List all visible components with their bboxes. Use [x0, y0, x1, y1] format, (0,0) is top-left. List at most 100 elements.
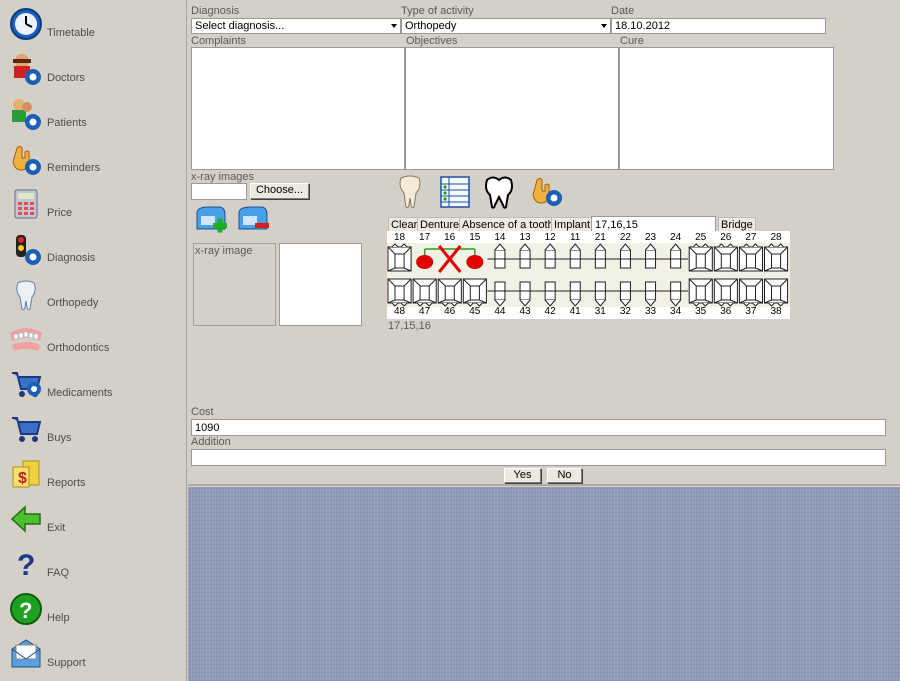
- addition-label: Addition: [191, 436, 231, 448]
- tooth-18[interactable]: [387, 243, 412, 272]
- objectives-textarea[interactable]: [405, 47, 619, 170]
- sidebar-item-support[interactable]: Support: [0, 632, 187, 676]
- question-mark-icon: ?: [8, 546, 44, 582]
- tooth-37[interactable]: [738, 278, 763, 307]
- tooth-number-42: 42: [544, 306, 556, 317]
- tooth-number-47: 47: [419, 306, 431, 317]
- clock-icon: [8, 6, 44, 42]
- complaints-textarea[interactable]: [191, 47, 405, 170]
- sidebar-item-exit[interactable]: Exit: [0, 497, 187, 541]
- sidebar-item-reports[interactable]: $ Reports: [0, 452, 187, 496]
- tooth-number-32: 32: [619, 306, 631, 317]
- molar-icon: [485, 176, 513, 209]
- sidebar-item-orthodontics[interactable]: Orthodontics: [0, 317, 187, 361]
- tooth-number-34: 34: [670, 306, 682, 317]
- tooth-25[interactable]: [688, 243, 713, 272]
- choose-file-button[interactable]: Choose...: [250, 183, 309, 199]
- sidebar-item-price[interactable]: Price: [0, 182, 187, 226]
- tooth-number-31: 31: [594, 306, 606, 317]
- sidebar-item-label: Price: [47, 207, 73, 219]
- tooth-number-41: 41: [569, 306, 581, 317]
- doctor-icon: [8, 51, 44, 87]
- sidebar-item-label: Orthodontics: [47, 342, 110, 354]
- molar-tool[interactable]: [482, 174, 516, 210]
- tooth-36[interactable]: [713, 278, 738, 307]
- complaints-label: Complaints: [191, 35, 247, 47]
- xray-image-label: x-ray image: [195, 245, 253, 257]
- xray-image-list[interactable]: x-ray image: [193, 243, 276, 326]
- tooth-number-44: 44: [494, 306, 506, 317]
- bridge-abutment-marker: [416, 255, 434, 269]
- sidebar-item-diagnosis[interactable]: Diagnosis: [0, 227, 187, 271]
- activity-type-select[interactable]: Orthopedy: [401, 18, 611, 34]
- date-field[interactable]: 18.10.2012: [611, 18, 826, 34]
- tooth-46[interactable]: [437, 278, 462, 307]
- sidebar-item-faq[interactable]: ? FAQ: [0, 542, 187, 586]
- desktop-background: [188, 487, 900, 681]
- cost-field[interactable]: 1090: [191, 419, 886, 436]
- sidebar-item-label: Patients: [47, 117, 87, 129]
- tooth-35[interactable]: [688, 278, 713, 307]
- tooth-chart: 18 17 16 15 14 13 12 11 21 22 23 24 25 26 27 28 48 47 46 4…: [387, 231, 790, 319]
- scanner-add-icon: [196, 206, 227, 233]
- hand-pointer-icon: [532, 178, 562, 206]
- sidebar-item-doctors[interactable]: Doctors: [0, 47, 187, 91]
- sidebar-item-label: Reports: [47, 477, 86, 489]
- date-label: Date: [611, 5, 635, 17]
- cost-label: Cost: [191, 406, 214, 418]
- pointer-tool[interactable]: [531, 174, 565, 210]
- remove-xray-button[interactable]: [235, 203, 269, 239]
- tooth-27[interactable]: [738, 243, 763, 272]
- diagnosis-select[interactable]: Select diagnosis...: [191, 18, 401, 34]
- dental-chart-tool[interactable]: [438, 174, 472, 210]
- chart-sheet-icon: [440, 176, 470, 208]
- svg-text:?: ?: [19, 598, 32, 623]
- sidebar: Timetable Doctors Patients Reminders Pri…: [0, 0, 187, 681]
- calculator-icon: [8, 186, 44, 222]
- sidebar-item-label: Reminders: [47, 162, 101, 174]
- tooth-28[interactable]: [764, 243, 789, 272]
- sidebar-item-label: Help: [47, 612, 70, 624]
- yes-button[interactable]: Yes: [504, 468, 541, 483]
- xray-images-label: x-ray images: [191, 171, 254, 183]
- tooth-26[interactable]: [713, 243, 738, 272]
- sidebar-item-label: FAQ: [47, 567, 70, 579]
- bridge-abutment-marker: [466, 255, 484, 269]
- tooth-icon: [399, 175, 421, 209]
- tooth-38[interactable]: [764, 278, 789, 307]
- sidebar-item-patients[interactable]: Patients: [0, 92, 187, 136]
- arrow-left-icon: [8, 501, 44, 537]
- sidebar-item-reminders[interactable]: Reminders: [0, 137, 187, 181]
- xray-image-preview: [279, 243, 362, 326]
- svg-text:?: ?: [17, 549, 35, 581]
- selected-teeth-summary: 17,15,16: [388, 320, 431, 332]
- tooth-number-43: 43: [519, 306, 531, 317]
- add-xray-button[interactable]: [193, 203, 227, 239]
- sidebar-item-buys[interactable]: Buys: [0, 407, 187, 451]
- tooth-48[interactable]: [387, 278, 412, 307]
- chevron-down-icon: [601, 24, 607, 28]
- sidebar-item-label: Timetable: [47, 27, 95, 39]
- sidebar-item-medicaments[interactable]: Medicaments: [0, 362, 187, 406]
- patients-icon: [8, 96, 44, 132]
- sidebar-item-label: Diagnosis: [47, 252, 96, 264]
- no-button[interactable]: No: [547, 468, 582, 483]
- cart-icon: [8, 411, 44, 447]
- tooth-number-38: 38: [770, 306, 782, 317]
- help-icon: ?: [8, 591, 44, 627]
- activity-type-select-value: Orthopedy: [405, 20, 457, 32]
- addition-field[interactable]: [191, 449, 886, 466]
- single-tooth-tool[interactable]: [393, 174, 427, 210]
- braces-icon: [8, 321, 44, 357]
- tooth-chart-drawing: [387, 243, 790, 307]
- tooth-number-46: 46: [444, 306, 456, 317]
- objectives-label: Objectives: [406, 35, 458, 47]
- xray-path-field[interactable]: [191, 183, 247, 200]
- date-field-value: 18.10.2012: [615, 20, 671, 32]
- cure-textarea[interactable]: [619, 47, 834, 170]
- sidebar-item-orthopedy[interactable]: Orthopedy: [0, 272, 187, 316]
- tooth-47[interactable]: [412, 278, 437, 307]
- sidebar-item-help[interactable]: ? Help: [0, 587, 187, 631]
- tooth-45[interactable]: [462, 278, 487, 307]
- sidebar-item-timetable[interactable]: Timetable: [0, 2, 187, 46]
